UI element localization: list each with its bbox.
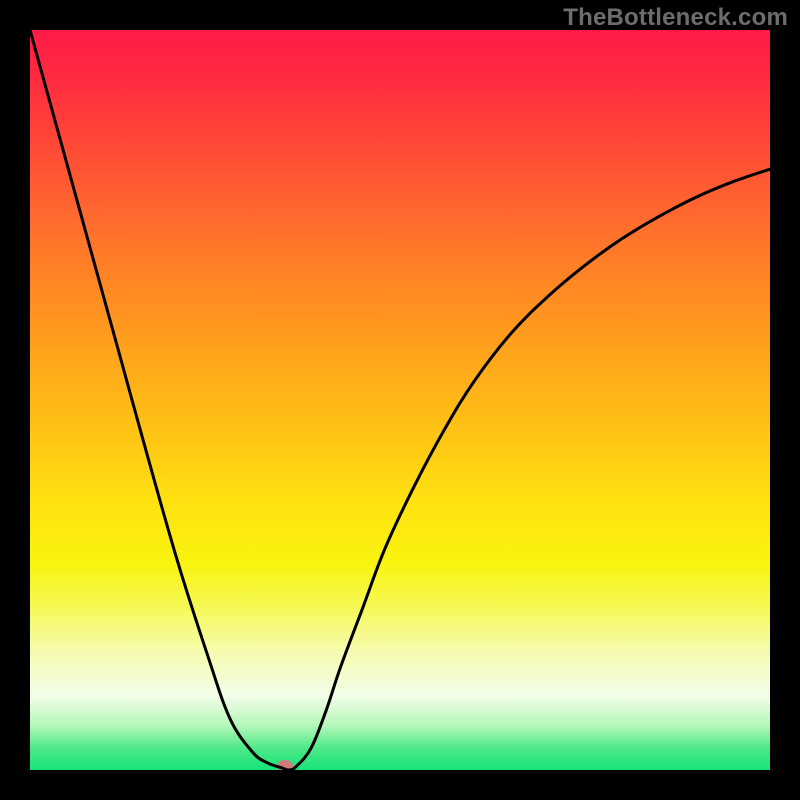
- bottleneck-curve: [30, 30, 770, 770]
- plot-area: [30, 30, 770, 770]
- watermark-text: TheBottleneck.com: [563, 4, 788, 32]
- chart-frame: TheBottleneck.com: [0, 0, 800, 800]
